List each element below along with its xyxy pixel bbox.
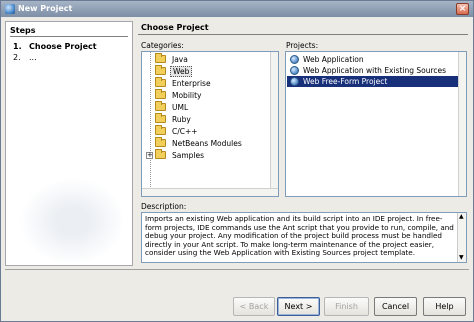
project-label: Web Free-Form Project xyxy=(303,77,388,86)
horizontal-scrollbar[interactable] xyxy=(142,188,278,196)
category-item-java[interactable]: Java xyxy=(142,53,278,65)
finish-button[interactable]: Finish xyxy=(324,297,369,316)
web-project-icon xyxy=(290,77,299,86)
web-project-icon xyxy=(290,66,299,75)
scroll-up-icon[interactable]: ▲ xyxy=(459,214,465,220)
vertical-scrollbar[interactable] xyxy=(270,52,278,196)
category-item-uml[interactable]: UML xyxy=(142,101,278,113)
steps-heading: Steps xyxy=(10,26,36,35)
project-item-web-free-form[interactable]: Web Free-Form Project xyxy=(287,76,465,87)
window-title: New Project xyxy=(18,4,73,13)
description-text-area[interactable]: Imports an existing Web application and … xyxy=(141,212,467,263)
category-label: Mobility xyxy=(172,91,202,100)
folder-icon xyxy=(155,65,166,75)
category-label: Samples xyxy=(172,151,205,160)
expand-icon[interactable]: + xyxy=(146,152,153,159)
category-item-samples[interactable]: + Samples xyxy=(142,149,278,161)
step-number: 2. xyxy=(13,53,21,62)
cancel-button[interactable]: Cancel xyxy=(374,297,417,316)
scroll-down-icon[interactable]: ▼ xyxy=(459,255,465,261)
folder-icon xyxy=(155,77,166,87)
footer-divider xyxy=(5,269,469,270)
step-item-next: 2.... xyxy=(13,53,37,62)
step-item-choose-project: 1. Choose Project xyxy=(13,42,97,51)
back-button[interactable]: < Back xyxy=(233,297,275,316)
steps-divider xyxy=(10,36,128,37)
category-label: Java xyxy=(172,55,188,64)
help-button[interactable]: Help xyxy=(423,297,466,316)
project-label: Web Application with Existing Sources xyxy=(303,66,447,75)
category-label: Enterprise xyxy=(172,79,211,88)
category-item-enterprise[interactable]: Enterprise xyxy=(142,77,278,89)
category-label: Ruby xyxy=(172,115,191,124)
steps-panel: Steps 1. Choose Project 2.... xyxy=(5,21,133,266)
description-text: Imports an existing Web application and … xyxy=(145,214,454,258)
folder-icon xyxy=(155,53,166,63)
category-item-ruby[interactable]: Ruby xyxy=(142,113,278,125)
category-label: C/C++ xyxy=(172,127,198,136)
folder-icon xyxy=(155,149,166,159)
step-label: Choose Project xyxy=(29,42,97,51)
category-item-netbeans-modules[interactable]: NetBeans Modules xyxy=(142,137,278,149)
description-scrollbar[interactable]: ▲ ▼ xyxy=(457,213,466,262)
close-icon[interactable]: × xyxy=(456,3,469,15)
category-label: NetBeans Modules xyxy=(172,139,242,148)
project-item-web-application-existing-sources[interactable]: Web Application with Existing Sources xyxy=(287,65,465,76)
vertical-scrollbar[interactable] xyxy=(458,52,466,196)
category-label: Web xyxy=(170,66,193,77)
folder-icon xyxy=(155,137,166,147)
folder-icon xyxy=(155,113,166,123)
category-item-web[interactable]: Web xyxy=(142,65,278,77)
categories-tree[interactable]: Java Web Enterprise Mobility UML Ruby C/… xyxy=(141,51,279,197)
title-bar[interactable]: New Project × xyxy=(1,1,473,17)
category-item-c-cpp[interactable]: C/C++ xyxy=(142,125,278,137)
folder-icon xyxy=(155,101,166,111)
page-title: Choose Project xyxy=(141,23,209,32)
header-divider xyxy=(138,34,468,35)
projects-list[interactable]: Web Application Web Application with Exi… xyxy=(285,51,467,197)
watermark-graphic xyxy=(12,172,122,262)
category-label: UML xyxy=(172,103,189,112)
new-project-dialog: New Project × Steps 1. Choose Project 2..… xyxy=(0,0,474,322)
step-label: ... xyxy=(29,53,37,62)
description-label: Description: xyxy=(141,202,187,211)
categories-label: Categories: xyxy=(141,41,184,50)
folder-icon xyxy=(155,125,166,135)
category-item-mobility[interactable]: Mobility xyxy=(142,89,278,101)
folder-icon xyxy=(155,89,166,99)
next-button[interactable]: Next > xyxy=(277,297,320,316)
projects-label: Projects: xyxy=(286,41,319,50)
project-item-web-application[interactable]: Web Application xyxy=(287,54,465,65)
step-number: 1. xyxy=(13,42,22,51)
project-label: Web Application xyxy=(303,55,364,64)
app-icon xyxy=(5,4,15,14)
web-project-icon xyxy=(290,55,299,64)
